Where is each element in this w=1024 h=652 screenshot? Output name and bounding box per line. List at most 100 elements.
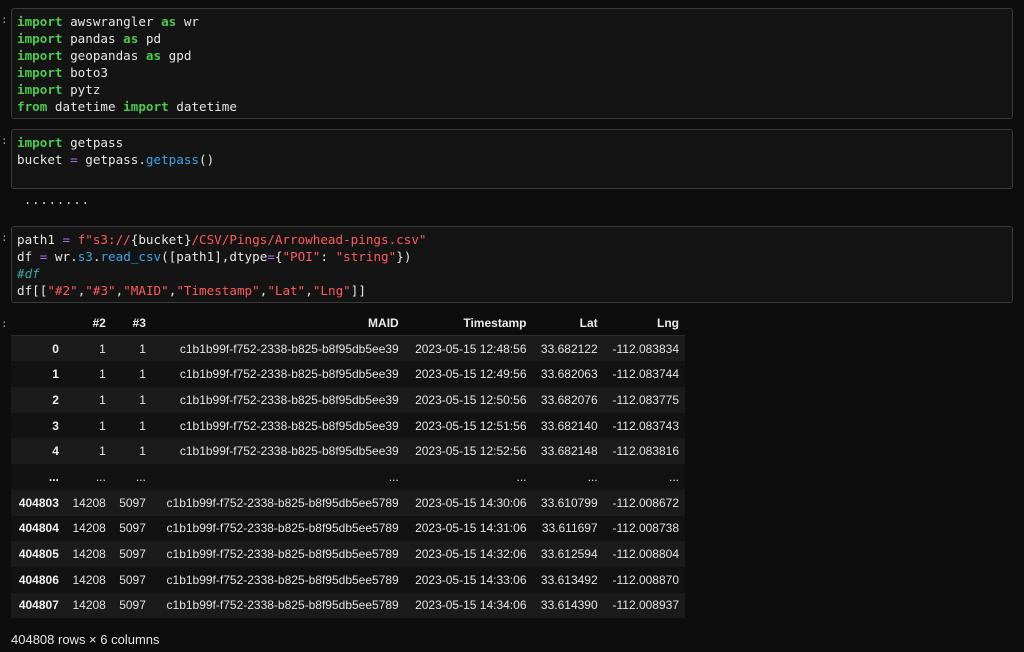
table-cell: 33.610799 <box>540 495 598 510</box>
table-cell: 5097 <box>119 598 146 613</box>
table-cell: 1 <box>139 392 146 407</box>
table-cell: ... <box>668 469 679 484</box>
code-line: df = wr.s3.read_csv([path1],dtype={"POI"… <box>17 248 1007 265</box>
table-cell: 33.612594 <box>540 547 598 562</box>
code-token: "#2" <box>47 283 78 298</box>
dataframe-header-row: #2 #3 MAID Timestamp Lat Lng <box>11 310 685 337</box>
table-cell: 14208 <box>72 495 106 510</box>
table-cell: 2023-05-15 12:48:56 <box>415 341 527 356</box>
cell-marker[interactable]: : <box>1 135 9 146</box>
row-index: 4 <box>52 444 59 459</box>
code-token: datetime <box>168 99 237 114</box>
code-token: import <box>123 99 169 114</box>
table-cell: 33.682140 <box>540 418 598 433</box>
code-token: {bucket} <box>130 232 192 247</box>
row-index: 2 <box>52 392 59 407</box>
code-token: read_csv <box>100 249 162 264</box>
table-cell: 14208 <box>72 521 106 536</box>
table-cell: 14208 <box>72 598 106 613</box>
code-token: geopandas <box>62 48 146 63</box>
code-cell-imports[interactable]: import awswrangler as wr import pandas as… <box>11 8 1013 119</box>
table-cell: ... <box>135 469 146 484</box>
collapsed-output[interactable]: ........ <box>24 193 90 207</box>
table-row: ..................... <box>11 464 685 490</box>
code-token: = <box>62 232 71 247</box>
row-index: 404806 <box>18 572 59 587</box>
code-token: : <box>320 249 336 264</box>
column-header: Timestamp <box>404 310 533 337</box>
table-cell: c1b1b99f-f752-2338-b825-b8f95db5ee39 <box>179 418 399 433</box>
code-line: bucket = getpass.getpass() <box>17 151 1007 168</box>
code-token: datetime <box>47 99 124 114</box>
table-cell: c1b1b99f-f752-2338-b825-b8f95db5ee5789 <box>166 598 399 613</box>
code-token: import <box>17 48 63 63</box>
table-cell: 33.682148 <box>540 444 598 459</box>
code-token: df <box>17 249 40 264</box>
code-token: = <box>267 249 275 264</box>
cell-marker[interactable]: : <box>1 14 9 25</box>
code-token: ]] <box>350 283 366 298</box>
table-cell: 1 <box>139 444 146 459</box>
code-token: getpass <box>145 152 199 167</box>
table-cell: 1 <box>99 418 106 433</box>
table-row: 404806 14208 5097 c1b1b99f-f752-2338-b825-b… <box>11 566 685 593</box>
table-cell: 2023-05-15 12:51:56 <box>415 418 527 433</box>
code-token: getpass. <box>77 152 146 167</box>
table-cell: 1 <box>139 418 146 433</box>
row-index: 3 <box>52 418 59 433</box>
table-cell: 33.682063 <box>540 367 598 382</box>
code-line: import getpass <box>17 134 1007 151</box>
table-cell: c1b1b99f-f752-2338-b825-b8f95db5ee39 <box>179 341 399 356</box>
table-cell: -112.083816 <box>612 444 679 459</box>
table-row: 4 1 1 c1b1b99f-f752-2338-b825-b8f95db5ee39 2… <box>11 438 685 465</box>
table-cell: -112.083743 <box>612 418 679 433</box>
table-cell: c1b1b99f-f752-2338-b825-b8f95db5ee5789 <box>166 495 399 510</box>
table-cell: 5097 <box>119 547 146 562</box>
table-cell: 2023-05-15 14:34:06 <box>415 598 527 613</box>
code-cell-read-csv[interactable]: path1 = f"s3://{bucket}/CSV/Pings/Arrowh… <box>11 226 1013 303</box>
table-row: 2 1 1 c1b1b99f-f752-2338-b825-b8f95db5ee39 2… <box>11 387 685 413</box>
table-cell: -112.008937 <box>612 598 679 613</box>
table-cell: c1b1b99f-f752-2338-b825-b8f95db5ee5789 <box>166 572 399 587</box>
code-token: import <box>17 135 63 150</box>
code-token: "Lat" <box>267 283 306 298</box>
table-cell: -112.083744 <box>612 367 679 382</box>
code-cell-getpass[interactable]: import getpass bucket = getpass.getpass() <box>11 129 1013 189</box>
table-cell: -112.008870 <box>612 572 679 587</box>
code-token: "POI" <box>282 249 321 264</box>
column-header: Lng <box>603 310 685 337</box>
table-cell: ... <box>388 469 399 484</box>
code-token: = <box>70 152 78 167</box>
table-cell: 2023-05-15 12:50:56 <box>415 392 527 407</box>
table-row: 404805 14208 5097 c1b1b99f-f752-2338-b825-b… <box>11 541 685 567</box>
table-cell: 33.611697 <box>541 521 598 536</box>
table-cell: 1 <box>139 367 146 382</box>
table-cell: 33.682122 <box>540 341 598 356</box>
table-cell: c1b1b99f-f752-2338-b825-b8f95db5ee39 <box>179 367 399 382</box>
code-token: "#3" <box>85 283 116 298</box>
table-row: 404803 14208 5097 c1b1b99f-f752-2338-b825-b… <box>11 489 685 516</box>
code-line: df[["#2","#3","MAID","Timestamp","Lat","… <box>17 282 1007 299</box>
cell-marker[interactable]: : <box>1 318 9 329</box>
code-token: path1 <box>17 232 63 247</box>
code-token: }) <box>396 249 412 264</box>
code-line: import pandas as pd <box>17 30 1007 47</box>
table-row: 404807 14208 5097 c1b1b99f-f752-2338-b825-b… <box>11 592 685 619</box>
code-token: df[[ <box>17 283 48 298</box>
row-index: 404803 <box>18 495 59 510</box>
code-token: bucket <box>17 152 71 167</box>
code-token: getpass <box>62 135 124 150</box>
code-token: gpd <box>161 48 192 63</box>
row-index: 404807 <box>18 598 59 613</box>
code-token: wr. <box>47 249 78 264</box>
code-token: awswrangler <box>62 14 162 29</box>
code-token: wr <box>176 14 199 29</box>
table-cell: 2023-05-15 14:33:06 <box>415 572 527 587</box>
column-header: #2 <box>64 310 112 337</box>
cell-marker[interactable]: : <box>1 232 9 243</box>
table-cell: -112.008738 <box>612 521 679 536</box>
table-cell: c1b1b99f-f752-2338-b825-b8f95db5ee5789 <box>166 521 399 536</box>
row-index: 404804 <box>18 521 59 536</box>
row-index: ... <box>48 469 59 484</box>
table-cell: 5097 <box>119 495 146 510</box>
